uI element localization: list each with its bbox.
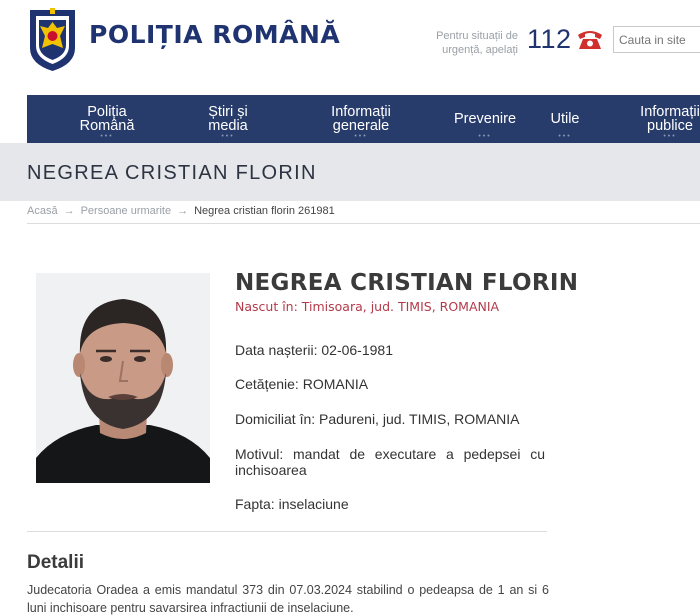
person-birthplace: Nascut în: Timisoara, jud. TIMIS, ROMANI… (235, 299, 500, 314)
dots-icon: ••• (478, 133, 492, 140)
nav-item-utile[interactable]: Utile ••• (548, 95, 582, 143)
details-heading: Detalii (27, 552, 85, 573)
dots-icon: ••• (663, 133, 677, 140)
breadcrumb-home-link[interactable]: Acasă (27, 205, 58, 217)
person-name: NEGREA CRISTIAN FLORIN (235, 270, 579, 296)
nav-label: Informații (640, 104, 700, 120)
person-deed: Fapta: inselaciune (235, 496, 349, 512)
nav-label: generale (332, 118, 390, 134)
breadcrumb-current: Negrea cristian florin 261981 (194, 205, 335, 217)
dots-icon: ••• (100, 133, 114, 140)
person-photo-illustration (36, 273, 210, 483)
page-title: NEGREA CRISTIAN FLORIN (27, 162, 317, 184)
arrow-right-icon: → (63, 205, 75, 217)
emergency-number: 112 (527, 24, 572, 54)
breadcrumb: Acasă → Persoane urmarite → Negrea cristian … (27, 205, 335, 217)
nav-item-informatii-generale[interactable]: Informații generale ••• (327, 95, 395, 143)
person-reason: Motivul: mandat de executare a pedepsei … (235, 446, 545, 478)
dots-icon: ••• (558, 133, 572, 140)
nav-label: Informații (331, 104, 391, 120)
search-input[interactable] (613, 26, 700, 53)
dots-icon: ••• (354, 133, 368, 140)
details-text: Judecatoria Oradea a emis mandatul 373 d… (27, 583, 549, 615)
nav-label: Română (79, 118, 135, 134)
person-residence: Domiciliat în: Padureni, jud. TIMIS, ROM… (235, 411, 520, 427)
coat-of-arms-logo[interactable] (27, 6, 78, 72)
divider (27, 223, 700, 224)
nav-item-politia-romana[interactable]: Poliția Română ••• (79, 95, 135, 143)
nav-label: Prevenire (453, 111, 517, 127)
dots-icon: ••• (221, 133, 235, 140)
nav-item-prevenire[interactable]: Prevenire ••• (453, 95, 517, 143)
person-citizenship: Cetățenie: ROMANIA (235, 376, 369, 392)
breadcrumb-section-link[interactable]: Persoane urmarite (81, 205, 172, 217)
divider (27, 531, 547, 532)
phone-icon (578, 31, 602, 49)
nav-item-stiri-media[interactable]: Știri și media ••• (207, 95, 249, 143)
main-nav: Poliția Română ••• Știri și media ••• In… (27, 95, 700, 143)
nav-label: Știri și (208, 104, 248, 120)
emergency-text: Pentru situații de urgență, apelați (436, 30, 518, 56)
nav-label: Utile (550, 111, 580, 127)
nav-label: publice (647, 118, 693, 134)
arrow-right-icon: → (177, 205, 189, 217)
person-photo (36, 273, 210, 483)
nav-label: media (208, 118, 248, 134)
person-birthdate: Data nașterii: 02-06-1981 (235, 342, 393, 358)
nav-label: Poliția (87, 104, 127, 120)
nav-item-informatii-publice[interactable]: Informații publice ••• (635, 95, 700, 143)
site-brand-title[interactable]: POLIȚIA ROMÂNĂ (89, 20, 340, 49)
site-header: POLIȚIA ROMÂNĂ Pentru situații de urgenț… (0, 0, 700, 95)
